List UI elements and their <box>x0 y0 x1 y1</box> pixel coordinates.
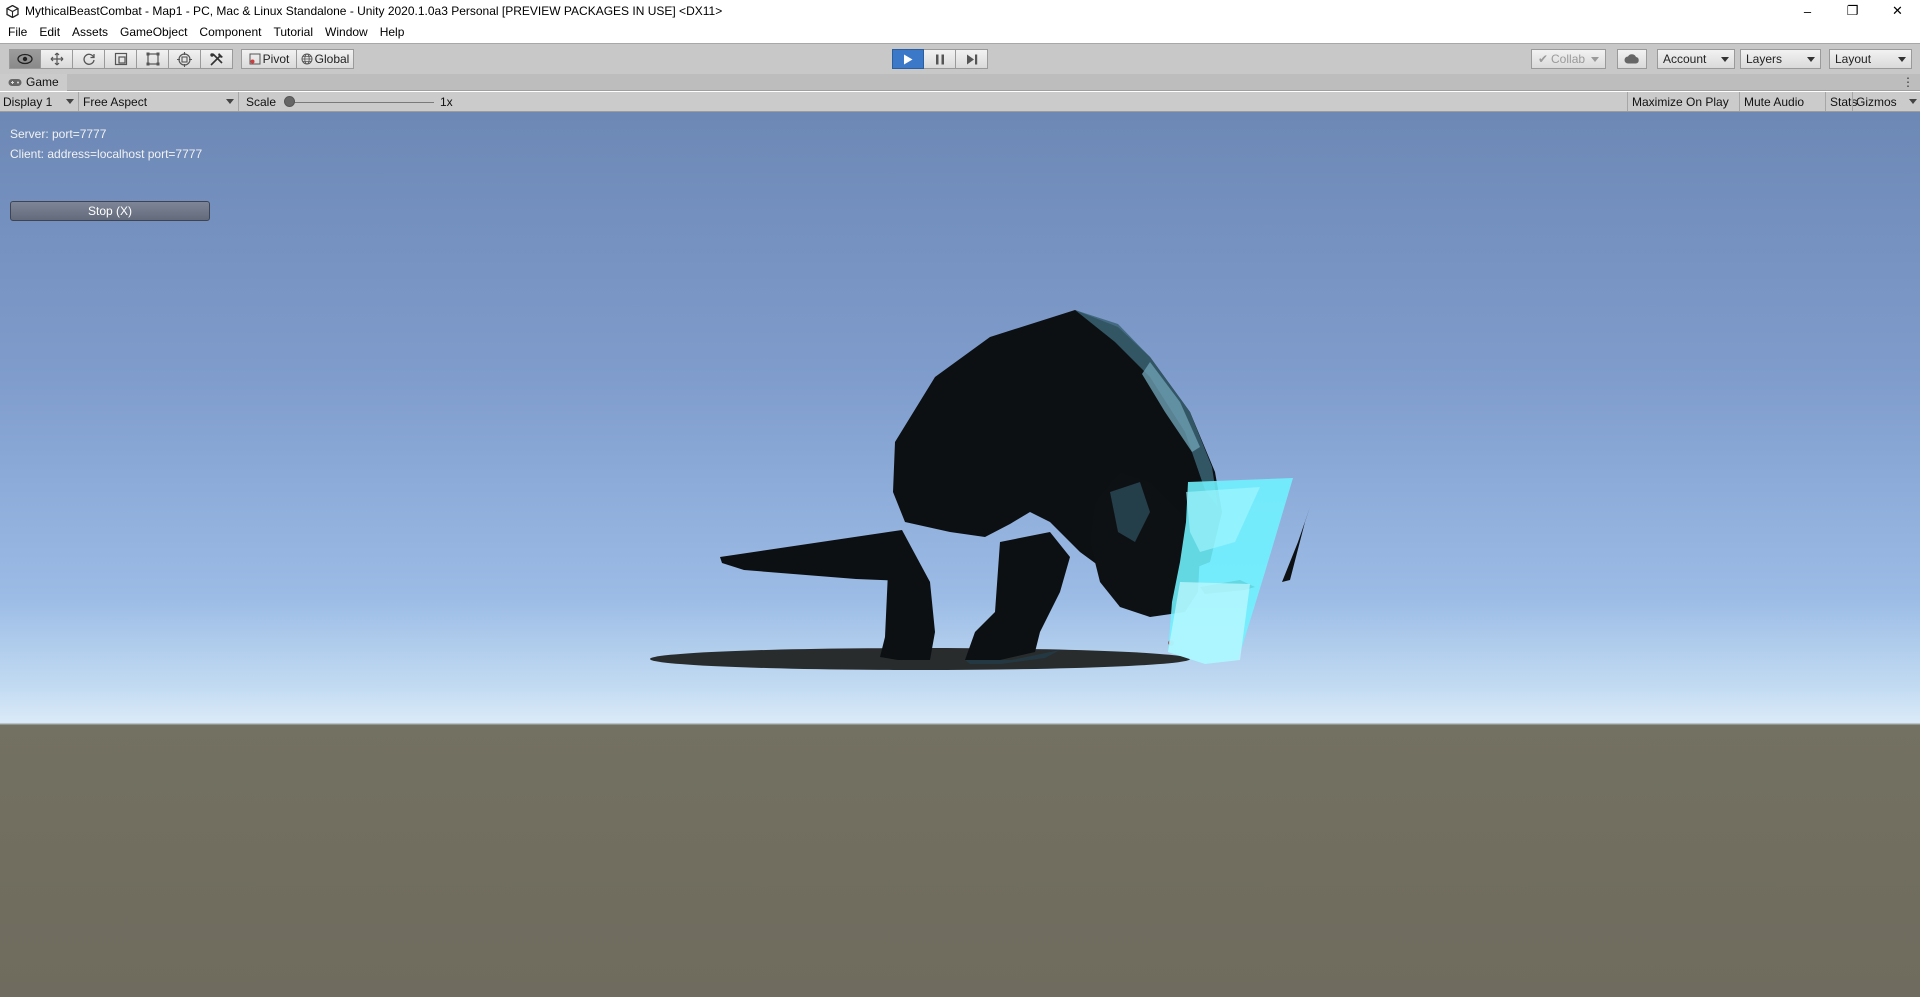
game-viewport[interactable]: Server: port=7777 Client: address=localh… <box>0 112 1920 997</box>
rect-tool-icon[interactable] <box>137 49 169 69</box>
layers-label: Layers <box>1746 52 1783 66</box>
game-view-toolbar: Display 1 Free Aspect Scale 1x Maximize … <box>0 92 1920 112</box>
collab-label: Collab <box>1551 52 1586 66</box>
account-group: Account <box>1657 49 1735 69</box>
global-toggle[interactable]: Global <box>297 49 354 69</box>
close-button[interactable]: ✕ <box>1875 0 1920 22</box>
chevron-down-icon <box>226 99 234 104</box>
menu-tutorial[interactable]: Tutorial <box>267 22 319 43</box>
collab-group: ✔ Collab <box>1531 49 1606 69</box>
transform-tool-icon[interactable] <box>169 49 201 69</box>
pause-icon <box>935 54 945 65</box>
transform-tools <box>9 49 233 69</box>
scale-tool-icon[interactable] <box>105 49 137 69</box>
beast-leg-front <box>965 532 1070 660</box>
aspect-dropdown[interactable]: Free Aspect <box>79 92 239 111</box>
account-dropdown[interactable]: Account <box>1657 49 1735 69</box>
view-tool-icon[interactable] <box>9 49 41 69</box>
pause-button[interactable] <box>924 49 956 69</box>
window-title-bar: MythicalBeastCombat - Map1 - PC, Mac & L… <box>0 0 1920 22</box>
display-dropdown[interactable]: Display 1 <box>0 92 79 111</box>
globe-icon <box>301 53 313 65</box>
menu-assets[interactable]: Assets <box>66 22 114 43</box>
layout-group: Layout <box>1829 49 1912 69</box>
pivot-toggle[interactable]: Pivot <box>241 49 297 69</box>
game-scene <box>650 310 1310 670</box>
server-status-text: Server: port=7777 <box>10 127 107 141</box>
maximize-on-play-toggle[interactable]: Maximize On Play <box>1627 92 1733 111</box>
chevron-down-icon <box>1721 56 1729 62</box>
game-view-tab-bar: Game ⋮ <box>0 73 1920 91</box>
global-label: Global <box>314 52 350 66</box>
pivot-label: Pivot <box>262 52 290 66</box>
menu-component[interactable]: Component <box>193 22 267 43</box>
tab-game-label: Game <box>26 75 59 89</box>
handle-toggles: Pivot Global <box>241 49 354 69</box>
chevron-down-icon <box>1909 99 1917 104</box>
gizmos-label: Gizmos <box>1856 94 1897 109</box>
gizmos-dropdown[interactable]: Gizmos <box>1852 92 1920 111</box>
menu-window[interactable]: Window <box>319 22 374 43</box>
scale-label: Scale <box>246 94 277 109</box>
minimize-button[interactable]: – <box>1785 0 1830 22</box>
window-title: MythicalBeastCombat - Map1 - PC, Mac & L… <box>25 4 723 18</box>
custom-tool-icon[interactable] <box>201 49 233 69</box>
step-button[interactable] <box>956 49 988 69</box>
layout-label: Layout <box>1835 52 1872 66</box>
play-button[interactable] <box>892 49 924 69</box>
menu-help[interactable]: Help <box>374 22 411 43</box>
cloud-icon <box>1624 54 1640 64</box>
cloud-button[interactable] <box>1617 49 1647 69</box>
beast-leg-back <box>880 567 935 660</box>
menu-file[interactable]: File <box>2 22 33 43</box>
mute-audio-toggle[interactable]: Mute Audio <box>1739 92 1808 111</box>
menu-edit[interactable]: Edit <box>33 22 66 43</box>
rotate-tool-icon[interactable] <box>73 49 105 69</box>
kebab-menu-icon[interactable]: ⋮ <box>1902 75 1914 89</box>
layout-dropdown[interactable]: Layout <box>1829 49 1912 69</box>
maximize-button[interactable]: ❐ <box>1830 0 1875 22</box>
check-icon: ✔ <box>1537 52 1549 66</box>
move-tool-icon[interactable] <box>41 49 73 69</box>
play-controls <box>892 49 988 69</box>
account-label: Account <box>1663 52 1707 66</box>
layers-group: Layers <box>1740 49 1821 69</box>
editor-toolbar: Pivot Global ✔ Collab Account Layers Lay… <box>0 43 1920 74</box>
chevron-down-icon <box>1591 56 1600 62</box>
menu-bar: File Edit Assets GameObject Component Tu… <box>0 22 1920 43</box>
display-label: Display 1 <box>3 94 53 109</box>
step-icon <box>966 54 978 65</box>
cloud-group <box>1617 49 1647 69</box>
layers-dropdown[interactable]: Layers <box>1740 49 1821 69</box>
chevron-down-icon <box>1898 56 1906 62</box>
unity-logo-icon <box>5 4 19 18</box>
collab-button[interactable]: ✔ Collab <box>1531 49 1606 69</box>
gamepad-icon <box>8 78 22 87</box>
scale-slider-handle[interactable] <box>284 96 295 107</box>
stop-button[interactable]: Stop (X) <box>10 201 210 221</box>
tab-game[interactable]: Game <box>0 73 67 91</box>
chevron-down-icon <box>1807 56 1815 62</box>
play-icon <box>903 54 913 65</box>
scale-value: 1x <box>440 94 453 109</box>
chevron-down-icon <box>66 99 74 104</box>
menu-gameobject[interactable]: GameObject <box>114 22 193 43</box>
scale-slider-track[interactable] <box>290 102 434 103</box>
pivot-icon <box>249 53 261 65</box>
client-status-text: Client: address=localhost port=7777 <box>10 147 203 161</box>
aspect-label: Free Aspect <box>83 94 148 109</box>
